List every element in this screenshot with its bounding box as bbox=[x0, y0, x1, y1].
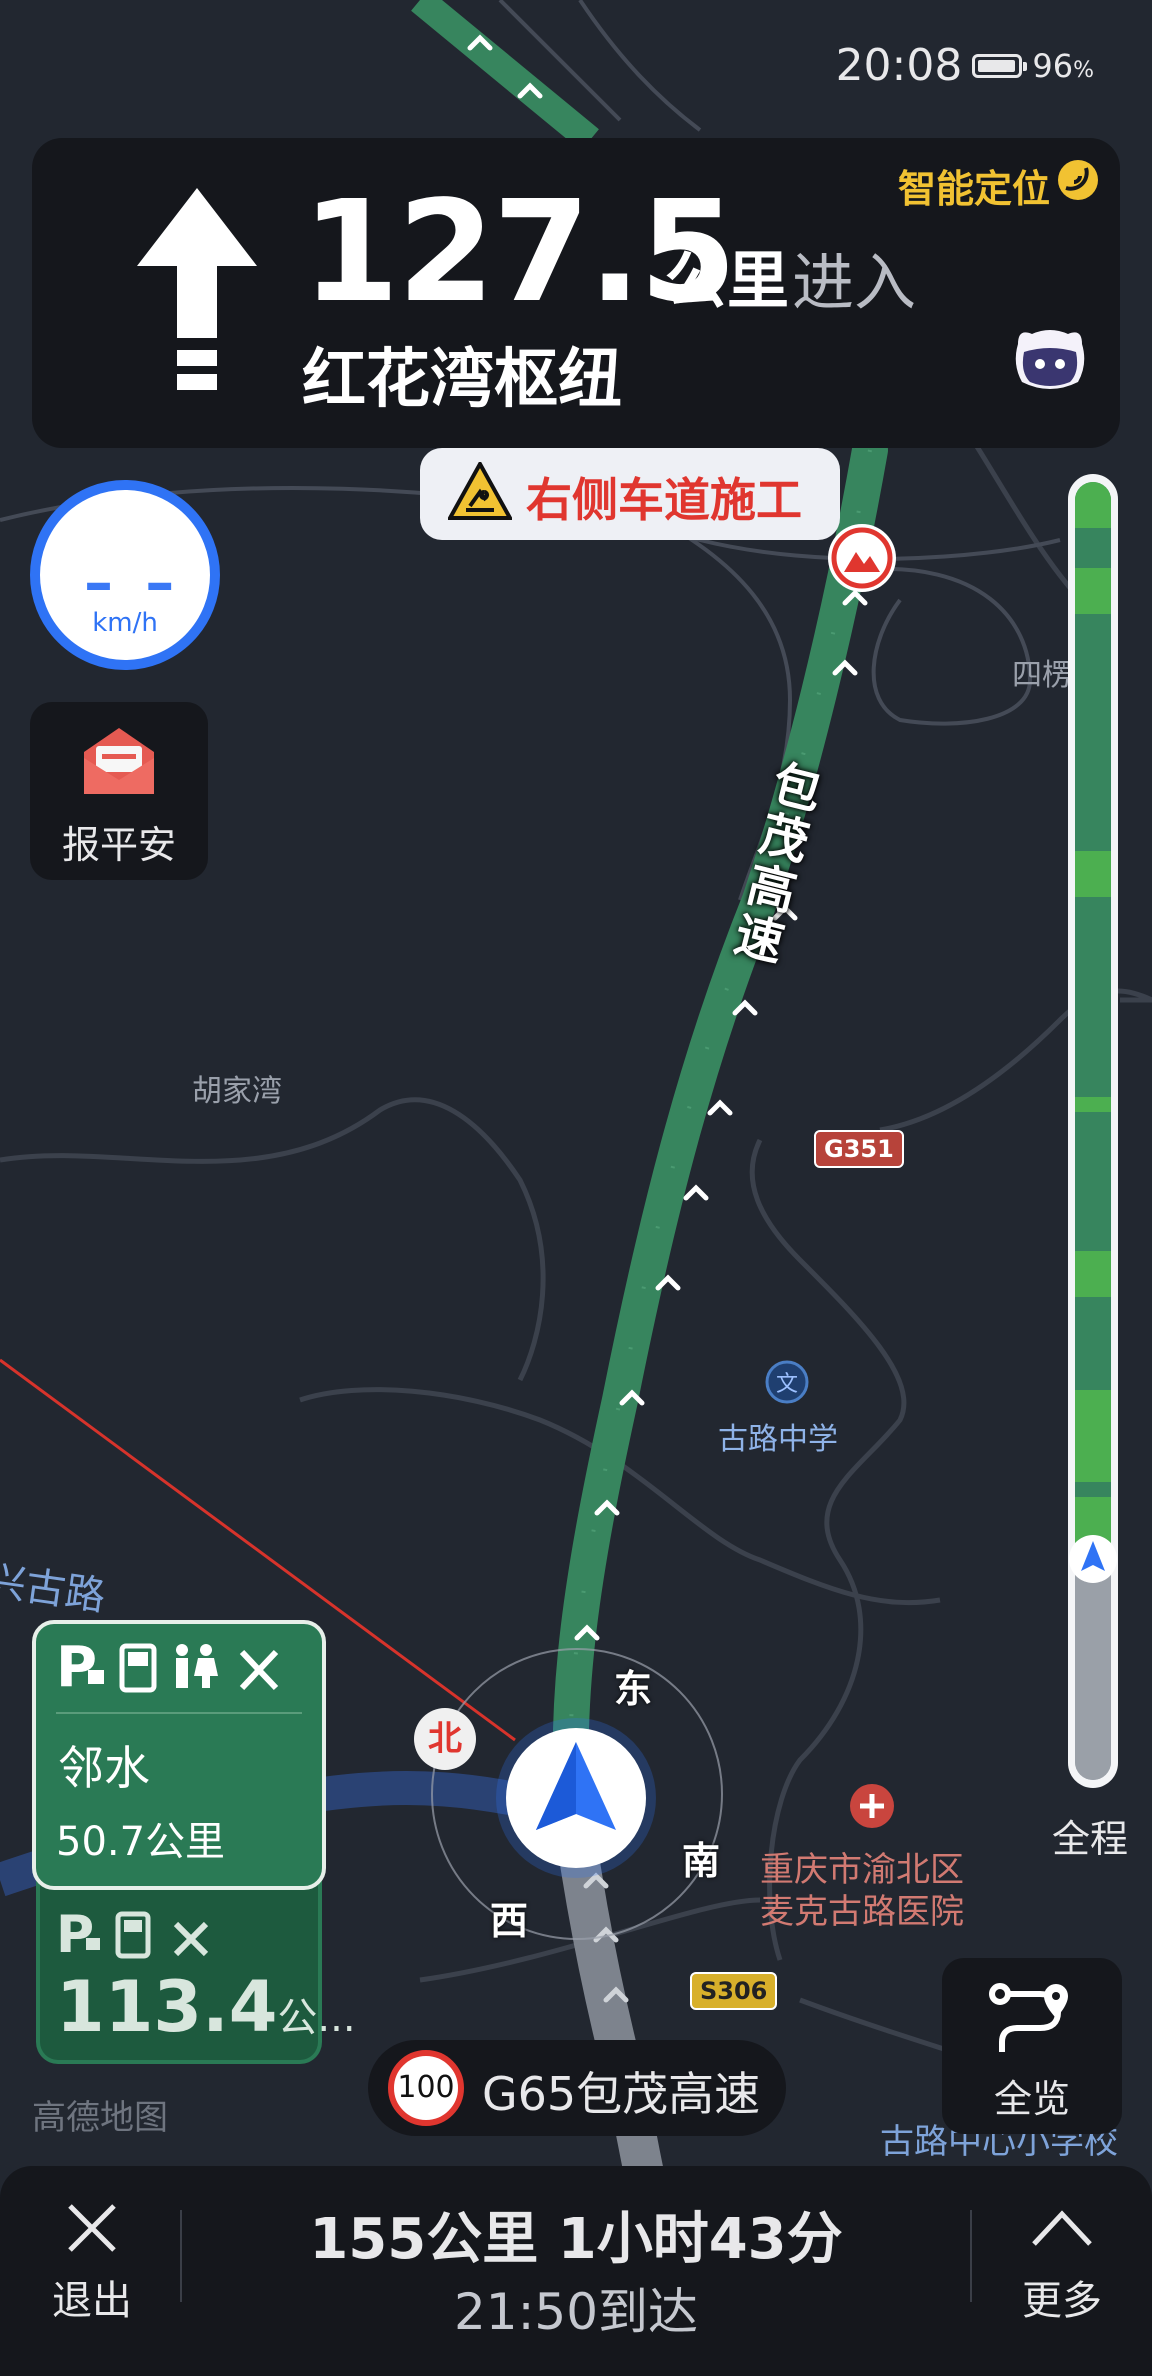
more-label: 更多 bbox=[1022, 2278, 1102, 2324]
svg-text:P: P bbox=[56, 1908, 94, 1962]
battery-icon bbox=[972, 53, 1028, 78]
close-icon bbox=[68, 2204, 116, 2252]
road-shield: G351 bbox=[814, 1130, 904, 1168]
progress-smooth-segment bbox=[1075, 482, 1111, 528]
smart-location-label[interactable]: 智能定位 bbox=[898, 158, 1050, 213]
speed-unit: km/h bbox=[92, 608, 158, 638]
assistant-avatar-icon[interactable] bbox=[1010, 324, 1090, 394]
status-bar: 20:08 96% bbox=[836, 40, 1094, 91]
progress-position-icon bbox=[1069, 1535, 1117, 1583]
report-safe-button[interactable]: 报平安 bbox=[30, 702, 208, 880]
school-pin-icon[interactable]: 文 bbox=[765, 1360, 809, 1404]
road-shield: S306 bbox=[690, 1972, 778, 2010]
parking-icon: P bbox=[56, 1638, 104, 1698]
bottom-bar: 退出 155公里 1小时43分 21:50到达 更多 bbox=[0, 2166, 1152, 2376]
chevron-up-icon bbox=[1032, 2210, 1092, 2246]
maneuver-distance-unit: 公里 bbox=[665, 244, 790, 317]
vehicle-position-icon bbox=[496, 1718, 656, 1878]
service-area-card-1[interactable]: P 邻水 50.7公里 bbox=[32, 1620, 326, 1890]
route-overview-button[interactable]: 全览 bbox=[942, 1958, 1122, 2134]
maneuver-road-name: 红花湾枢纽 bbox=[302, 343, 622, 417]
full-route-label: 全程 bbox=[1052, 1817, 1129, 1861]
exit-button[interactable]: 退出 bbox=[40, 2200, 144, 2326]
hospital-pin-icon[interactable] bbox=[850, 1784, 894, 1828]
service-area-card-2[interactable]: P 113.4公... bbox=[36, 1874, 356, 2064]
progress-smooth-segment bbox=[1075, 1390, 1111, 1482]
more-button[interactable]: 更多 bbox=[1010, 2200, 1114, 2326]
place-label: 麦克古路医院 bbox=[760, 1892, 964, 1932]
trip-summary: 155公里 1小时43分 bbox=[309, 2207, 843, 2272]
service-area-2-distance: 113.4公... bbox=[56, 1966, 356, 2048]
speedometer: – – km/h bbox=[30, 480, 220, 670]
place-label: 古路中学 bbox=[718, 1422, 838, 1457]
service-icons: P bbox=[56, 1908, 209, 1962]
service-area-1-distance: 50.7公里 bbox=[56, 1819, 226, 1865]
speed-limit-sign: 100 bbox=[388, 2050, 464, 2126]
warning-text: 右侧车道施工 bbox=[526, 473, 802, 527]
overview-label: 全览 bbox=[993, 2077, 1070, 2121]
compass-east: 东 bbox=[614, 1667, 653, 1711]
arrival-time: 21:50到达 bbox=[453, 2283, 699, 2341]
envelope-icon bbox=[84, 728, 154, 794]
maneuver-action: 进入 bbox=[792, 246, 917, 319]
report-safe-label: 报平安 bbox=[61, 823, 176, 867]
repair-icon bbox=[239, 1649, 279, 1691]
svg-text:文: 文 bbox=[776, 1372, 798, 1397]
progress-traveled-segment bbox=[1075, 1559, 1111, 1780]
exit-label: 退出 bbox=[52, 2278, 132, 2324]
construction-icon bbox=[448, 462, 512, 520]
brand-watermark: 高德地图 bbox=[32, 2098, 168, 2138]
straight-arrow-icon bbox=[137, 188, 257, 390]
repair-icon bbox=[173, 1921, 209, 1957]
service-icons: P bbox=[56, 1638, 279, 1698]
clock: 20:08 bbox=[835, 40, 963, 91]
current-road-indicator: 100 G65包茂高速 bbox=[368, 2040, 786, 2136]
progress-smooth-segment bbox=[1075, 568, 1111, 614]
parking-icon: P bbox=[56, 1908, 100, 1962]
compass-south: 南 bbox=[682, 1839, 721, 1883]
restroom-icon bbox=[176, 1644, 218, 1688]
construction-marker-icon[interactable] bbox=[828, 524, 896, 592]
place-label: 四楞 bbox=[1012, 658, 1072, 693]
satellite-signal-icon[interactable] bbox=[1056, 158, 1100, 202]
speed-value: – – bbox=[84, 548, 181, 616]
route-progress-bar[interactable] bbox=[1068, 474, 1118, 1788]
compass-west: 西 bbox=[490, 1899, 529, 1943]
progress-smooth-segment bbox=[1075, 1097, 1111, 1112]
progress-smooth-segment bbox=[1075, 851, 1111, 897]
place-label: 胡家湾 bbox=[192, 1074, 282, 1109]
progress-smooth-segment bbox=[1075, 1251, 1111, 1297]
current-road-name: G65包茂高速 bbox=[482, 2067, 761, 2121]
guidance-panel[interactable]: 127.5 公里 进入 红花湾枢纽 智能定位 bbox=[32, 138, 1120, 448]
compass-north: 北 bbox=[414, 1708, 476, 1770]
fuel-icon bbox=[119, 1643, 157, 1693]
route-icon bbox=[989, 1983, 1068, 2052]
construction-warning[interactable]: 右侧车道施工 bbox=[420, 448, 840, 540]
svg-text:P: P bbox=[56, 1638, 97, 1698]
fuel-icon bbox=[115, 1911, 151, 1959]
battery-percent: 96% bbox=[1032, 46, 1094, 85]
